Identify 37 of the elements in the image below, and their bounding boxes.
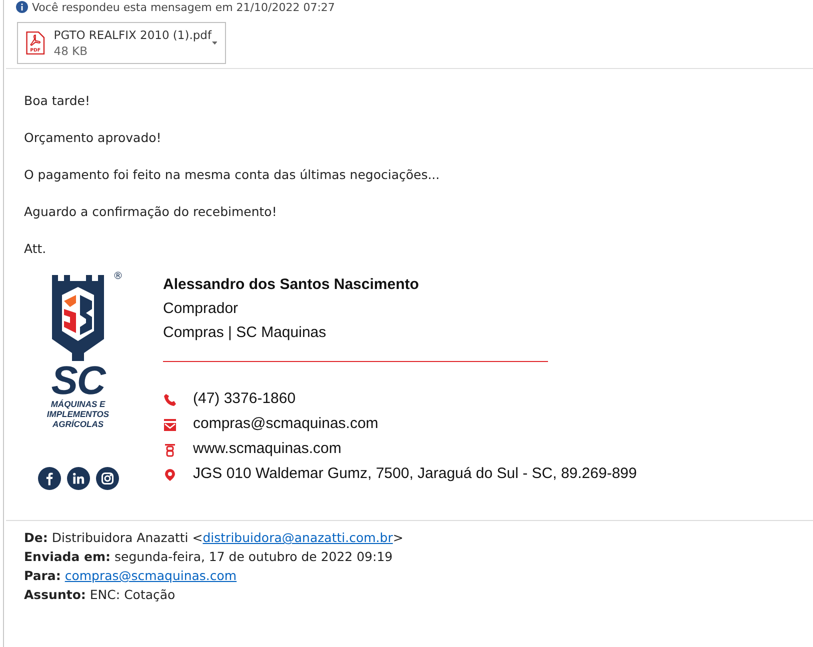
header-label: Assunto: xyxy=(24,586,86,604)
attachment-name: PGTO REALFIX 2010 (1).pdf xyxy=(54,27,212,43)
logo-tagline: AGRÍCOLAS xyxy=(52,419,104,429)
signature-name: Alessandro dos Santos Nascimento xyxy=(163,275,420,295)
caret-icon xyxy=(212,41,217,45)
signature-department: Compras | SC Maquinas xyxy=(163,323,328,343)
logo-mark: SC xyxy=(51,363,105,399)
contact-text: www.scmaquinas.com xyxy=(193,439,342,460)
header-value: ENC: Cotação xyxy=(90,586,176,604)
attachment-size: 48 KB xyxy=(54,43,88,59)
header-value: segunda-feira, 17 de outubro de 2022 09:19 xyxy=(114,548,393,566)
logo-tagline: IMPLEMENTOS xyxy=(46,409,110,419)
phone-icon xyxy=(163,392,177,406)
message-paragraph: Att. xyxy=(24,241,48,257)
registered-mark: ® xyxy=(113,270,123,284)
message-paragraph: Orçamento aprovado! xyxy=(24,130,162,146)
facebook-icon[interactable] xyxy=(38,467,60,490)
contact-text: (47) 3376-1860 xyxy=(193,389,296,410)
logo-tagline: MÁQUINAS E xyxy=(50,399,106,409)
header-label: De: xyxy=(24,529,48,547)
message-paragraph: O pagamento foi feito na mesma conta das últimas negociações... xyxy=(24,167,441,183)
signature-role: Comprador xyxy=(163,299,240,319)
location-pin-icon xyxy=(163,468,177,482)
email-link[interactable]: distribuidora@anazatti.com.br xyxy=(202,528,393,547)
reply-notice: Você respondeu esta mensagem em 21/10/2022 07:27 xyxy=(32,2,335,12)
header-label: Para: xyxy=(24,567,61,585)
instagram-icon[interactable] xyxy=(96,467,118,490)
contact-text: compras@scmaquinas.com xyxy=(193,414,378,434)
header-value: Distribuidora Anazatti < xyxy=(52,529,203,547)
message-paragraph: Boa tarde! xyxy=(24,93,91,109)
email-link[interactable]: compras@scmaquinas.com xyxy=(64,566,237,585)
header-value: > xyxy=(392,529,404,547)
message-paragraph: Aguardo a confirmação do recebimento! xyxy=(24,204,278,220)
envelope-icon xyxy=(163,418,177,432)
header-label: Enviada em: xyxy=(24,548,111,566)
contact-text: JGS 010 Waldemar Gumz, 7500, Jaraguá do Sul - SC, 89.269-899 xyxy=(193,464,637,484)
linkedin-icon[interactable] xyxy=(66,467,90,490)
